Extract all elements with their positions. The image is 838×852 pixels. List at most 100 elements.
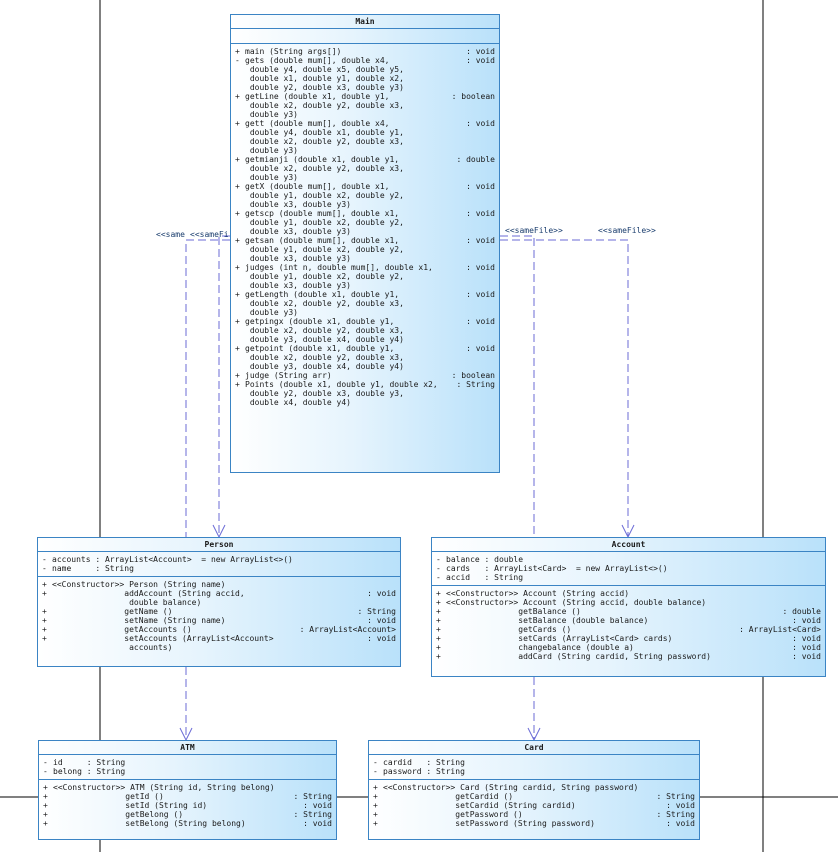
operations-section: + main (String args[]): void - gets (double… <box>231 44 499 410</box>
visibility-marker: + <box>235 47 240 56</box>
operation-row: + getpoint (double x1, double y1, double … <box>235 344 495 371</box>
class-main[interactable]: Main + main (String args[]): void - gets (d… <box>230 14 500 473</box>
operation-signature: <<Constructor>> Account (String accid) <box>446 589 630 598</box>
return-type: : void <box>466 263 495 272</box>
class-name: Person <box>38 538 400 552</box>
return-type: : void <box>367 616 396 625</box>
operation-row: + addAccount (String accid, double balan… <box>42 589 396 607</box>
class-name: ATM <box>39 741 336 755</box>
visibility-marker: + <box>373 819 378 828</box>
operation-signature: getCardid () <box>383 792 514 801</box>
operation-signature: <<Constructor>> Person (String name) <box>52 580 226 589</box>
operation-signature: setId (String id) <box>53 801 208 810</box>
return-type: : void <box>466 236 495 245</box>
return-type: : String <box>357 607 396 616</box>
operation-signature: <<Constructor>> Card (String cardid, Str… <box>383 783 639 792</box>
class-diagram-canvas: <<same <<sameFi <<sameFile>> <<sameFile>… <box>0 0 838 852</box>
operation-row: + main (String args[]): void <box>235 47 495 56</box>
class-name: Account <box>432 538 825 552</box>
operation-row: + getBalance (): double <box>436 607 821 616</box>
return-type: : void <box>466 209 495 218</box>
return-type: : void <box>367 634 396 643</box>
return-type: : void <box>792 616 821 625</box>
visibility-marker: + <box>235 182 240 191</box>
operation-signature: getBelong () <box>53 810 184 819</box>
return-type: : boolean <box>451 92 495 101</box>
operation-row: + <<Constructor>> Card (String cardid, St… <box>373 783 695 792</box>
operation-row: + getscp (double mum[], double x1, double… <box>235 209 495 236</box>
visibility-marker: + <box>436 634 441 643</box>
operations-section: + <<Constructor>> Person (String name) + a… <box>38 577 400 655</box>
operation-row: + getsan (double mum[], double x1, double… <box>235 236 495 263</box>
operation-signature: getLine (double x1, double y1, double x2… <box>245 92 404 119</box>
operation-row: + setBelong (String belong): void <box>43 819 332 828</box>
stereotype-label-account-2: <<sameFile>> <box>598 226 656 235</box>
operation-signature: judges (int n, double mum[], double x1, … <box>245 263 433 290</box>
visibility-marker: + <box>235 290 240 299</box>
operation-signature: getBalance () <box>446 607 581 616</box>
visibility-marker: + <box>436 625 441 634</box>
attributes-section: - cardid : String - password : String <box>369 755 699 780</box>
return-type: : void <box>666 819 695 828</box>
visibility-marker: + <box>42 616 47 625</box>
operations-section: + <<Constructor>> Account (String accid) +… <box>432 586 825 664</box>
dep-main-person-1 <box>185 239 230 537</box>
visibility-marker: + <box>235 236 240 245</box>
operation-row: + setId (String id): void <box>43 801 332 810</box>
return-type: : void <box>466 317 495 326</box>
operation-signature: gett (double mum[], double x4, double y4… <box>245 119 404 155</box>
visibility-marker: + <box>436 589 441 598</box>
attribute-row: - accid : String <box>436 573 821 582</box>
class-account[interactable]: Account - balance : double - cards : ArrayL… <box>431 537 826 677</box>
attributes-section: - id : String - belong : String <box>39 755 336 780</box>
operation-signature: setAccounts (ArrayList<Account> accounts… <box>124 634 274 652</box>
operation-signature: getsan (double mum[], double x1, double … <box>245 236 404 263</box>
visibility-marker: + <box>373 810 378 819</box>
operation-signature: setBalance (double balance) <box>446 616 649 625</box>
attributes-section: - accounts : ArrayList<Account> = new Arr… <box>38 552 400 577</box>
operation-signature: addAccount (String accid, double balance… <box>124 589 245 607</box>
return-type: : void <box>792 643 821 652</box>
attribute-row: - cardid : String <box>373 758 695 767</box>
operation-row: + getName (): String <box>42 607 396 616</box>
operation-row: + getmianji (double x1, double y1, double… <box>235 155 495 182</box>
return-type: : String <box>293 792 332 801</box>
operation-row: + getPassword (): String <box>373 810 695 819</box>
operation-signature: getpoint (double x1, double y1, double x… <box>245 344 404 371</box>
class-card[interactable]: Card - cardid : String - password : String … <box>368 740 700 840</box>
visibility-marker: + <box>436 643 441 652</box>
attribute-signature: accounts : ArrayList<Account> = new Arra… <box>52 555 293 564</box>
return-type: : void <box>466 56 495 65</box>
operation-signature: getpingx (double x1, double y1, double x… <box>245 317 404 344</box>
return-type: : String <box>656 792 695 801</box>
visibility-marker: + <box>42 634 47 643</box>
operation-row: + getCards (): ArrayList<Card> <box>436 625 821 634</box>
dep-main-person-2 <box>218 235 230 537</box>
class-name: Card <box>369 741 699 755</box>
attributes-section <box>231 29 499 44</box>
visibility-marker: + <box>235 344 240 353</box>
visibility-marker: + <box>235 263 240 272</box>
visibility-marker: + <box>42 625 47 634</box>
return-type: : void <box>466 47 495 56</box>
operation-signature: getPassword () <box>383 810 523 819</box>
visibility-marker: + <box>436 607 441 616</box>
visibility-marker: - <box>373 758 378 767</box>
class-person[interactable]: Person - accounts : ArrayList<Account> = … <box>37 537 401 667</box>
attribute-row: - password : String <box>373 767 695 776</box>
operation-signature: getName () <box>52 607 173 616</box>
class-atm[interactable]: ATM - id : String - belong : String + <<Cons… <box>38 740 337 840</box>
operation-signature: setBelong (String belong) <box>53 819 246 828</box>
stereotype-label-person-2: <<sameFi <box>190 230 229 239</box>
attribute-row: - belong : String <box>43 767 332 776</box>
return-type: : void <box>466 344 495 353</box>
operation-row: + getCardid () : String <box>373 792 695 801</box>
visibility-marker: + <box>373 792 378 801</box>
attribute-signature: belong : String <box>53 767 126 776</box>
visibility-marker: + <box>235 209 240 218</box>
visibility-marker: + <box>42 589 47 598</box>
return-type: : void <box>792 634 821 643</box>
attributes-section: - balance : double - cards : ArrayList<Card… <box>432 552 825 586</box>
operation-signature: getLength (double x1, double y1, double … <box>245 290 404 317</box>
operation-row: + setCardid (String cardid): void <box>373 801 695 810</box>
